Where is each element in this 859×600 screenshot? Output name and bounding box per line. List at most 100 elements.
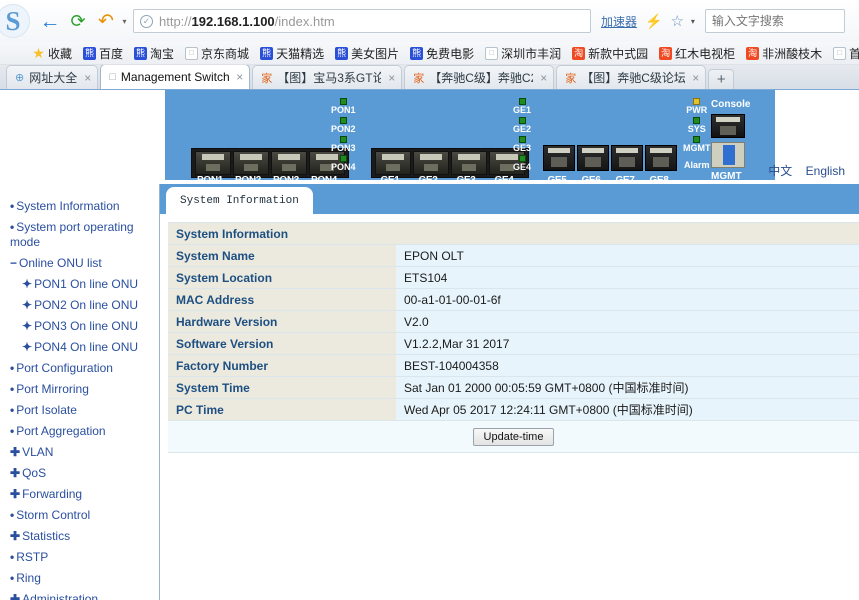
- bookmark-item[interactable]: 熊天猫精选: [260, 45, 324, 62]
- sidebar-item-pon2-on-line-onu[interactable]: ✦ PON2 On line ONU: [6, 295, 159, 316]
- sidebar-item-pon1-on-line-onu[interactable]: ✦ PON1 On line ONU: [6, 274, 159, 295]
- tab-close-icon[interactable]: ×: [84, 71, 91, 85]
- url-path: /index.htm: [274, 13, 335, 29]
- console-port[interactable]: [711, 114, 745, 138]
- accelerator-link[interactable]: 加速器: [601, 13, 637, 30]
- bookmark-item[interactable]: 淘新款中式园: [572, 45, 648, 62]
- pon-port-3[interactable]: [271, 151, 307, 175]
- tab-strip: ⊕网址大全×□Management Switch×家【图】宝马3系GT论坛_×家…: [0, 65, 859, 90]
- bookmark-label: 深圳市丰润: [501, 46, 562, 61]
- sidebar-item-port-isolate[interactable]: • Port Isolate: [6, 400, 159, 421]
- ge3-led: [518, 136, 526, 143]
- sidebar-item-port-aggregation[interactable]: • Port Aggregation: [6, 421, 159, 442]
- sidebar-item-qos[interactable]: ✚ QoS: [6, 463, 159, 484]
- url-text: http://192.168.1.100/index.htm: [159, 14, 335, 29]
- tab-close-icon[interactable]: ×: [692, 71, 699, 85]
- row-value: V2.0: [396, 310, 859, 333]
- sidebar-item-forwarding[interactable]: ✚ Forwarding: [6, 484, 159, 505]
- ge-port-8[interactable]: [645, 145, 677, 171]
- bookmark-item[interactable]: ★ 收藏: [32, 45, 72, 62]
- sidebar-item-system-port-operating-mode[interactable]: • System port operating mode: [6, 217, 159, 253]
- history-back-icon[interactable]: ↶: [93, 8, 119, 34]
- sidebar-item-label: Ring: [16, 571, 41, 585]
- row-value: V1.2.2,Mar 31 2017: [396, 332, 859, 355]
- panel-tab-row: System Information: [160, 184, 859, 214]
- tab-system-information[interactable]: System Information: [166, 187, 313, 214]
- pon-port-1[interactable]: [195, 151, 231, 175]
- sidebar-item-pon4-on-line-onu[interactable]: ✦ PON4 On line ONU: [6, 337, 159, 358]
- ge-port-5[interactable]: [543, 145, 575, 171]
- tab-favicon-icon: 家: [413, 72, 425, 85]
- language-chinese[interactable]: 中文: [768, 164, 792, 178]
- sidebar-item-label: QoS: [22, 466, 47, 480]
- sogou-logo-icon: S: [0, 4, 30, 38]
- bookmark-item[interactable]: □ 京东商城: [185, 45, 249, 62]
- bookmark-item[interactable]: 熊免费电影: [410, 45, 474, 62]
- bookmark-item[interactable]: □首页-加斯特: [833, 45, 859, 62]
- pon4-led: [339, 155, 347, 162]
- sidebar-item-label: PON4 On line ONU: [34, 340, 139, 354]
- system-information-table: System Information System Name EPON OLT Sys…: [168, 222, 859, 421]
- sidebar-item-label: System Information: [16, 199, 120, 213]
- address-bar[interactable]: ✓ http://192.168.1.100/index.htm: [133, 9, 591, 33]
- sidebar-item-port-configuration[interactable]: • Port Configuration: [6, 358, 159, 379]
- browser-tab[interactable]: 家【奔驰C级】奔驰C200_ ×: [404, 65, 555, 89]
- tab-close-icon[interactable]: ×: [540, 71, 547, 85]
- bookmark-item[interactable]: □ 深圳市丰润: [485, 45, 561, 62]
- table-row: Software Version V1.2.2,Mar 31 2017: [168, 332, 859, 355]
- sys-led: [693, 117, 701, 124]
- pon-port-2[interactable]: [233, 151, 269, 175]
- history-dropdown-icon[interactable]: ▾: [120, 8, 129, 34]
- refresh-icon[interactable]: ⟳: [65, 8, 91, 34]
- bookmark-item[interactable]: 熊淘宝: [134, 45, 174, 62]
- browser-tab[interactable]: 家【图】宝马3系GT论坛_ ×: [252, 65, 403, 89]
- tab-close-icon[interactable]: ×: [236, 70, 243, 84]
- sidebar-item-system-information[interactable]: • System Information: [6, 196, 159, 217]
- sidebar-item-storm-control[interactable]: • Storm Control: [6, 505, 159, 526]
- mgmt-label: MGMT: [711, 171, 742, 182]
- ge-port-6[interactable]: [577, 145, 609, 171]
- back-button[interactable]: ←: [37, 8, 63, 34]
- mgmt-port[interactable]: [711, 142, 745, 168]
- taobao-icon: 熊: [134, 46, 148, 60]
- bookmark-star-icon[interactable]: ☆: [670, 12, 683, 30]
- ge-port-3[interactable]: [451, 151, 487, 175]
- page-icon: □: [833, 46, 847, 60]
- sidebar-item-ring[interactable]: • Ring: [6, 568, 159, 589]
- tab-label: 【图】宝马3系GT论坛_: [277, 71, 381, 85]
- bookmark-item[interactable]: 熊百度: [83, 45, 123, 62]
- sidebar-item-online-onu-list[interactable]: − Online ONU list: [6, 253, 159, 274]
- ge2-led-label: GE2: [513, 124, 532, 134]
- chevron-down-icon[interactable]: ▾: [691, 17, 695, 26]
- new-tab-button[interactable]: +: [708, 69, 735, 89]
- ge-port-1[interactable]: [375, 151, 411, 175]
- language-english[interactable]: English: [806, 164, 845, 178]
- bookmark-item[interactable]: 淘红木电视柜: [659, 45, 735, 62]
- ge-port-7[interactable]: [611, 145, 643, 171]
- sidebar-bullet-icon: •: [10, 508, 15, 522]
- bookmark-item[interactable]: 淘非洲酸枝木: [746, 45, 822, 62]
- page-content: PON1 PON2 PON3 PON4 PON1 PON2 PON3 PON4: [0, 90, 859, 600]
- ge-port-2[interactable]: [413, 151, 449, 175]
- update-time-button[interactable]: Update-time: [472, 428, 555, 446]
- sidebar-item-vlan[interactable]: ✚ VLAN: [6, 442, 159, 463]
- pon4-led-label: PON4: [331, 162, 356, 172]
- browser-tab[interactable]: 家【图】奔驰C级论坛_奔驰 ×: [556, 65, 707, 89]
- sidebar-item-statistics[interactable]: ✚ Statistics: [6, 526, 159, 547]
- tab-favicon-icon: 家: [565, 72, 577, 85]
- table-row: Factory Number BEST-104004358: [168, 354, 859, 377]
- ge4-led: [518, 155, 526, 162]
- sidebar-item-administration[interactable]: ✚ Administration: [6, 589, 159, 600]
- tab-close-icon[interactable]: ×: [388, 71, 395, 85]
- sidebar-item-rstp[interactable]: • RSTP: [6, 547, 159, 568]
- browser-search-box[interactable]: [704, 9, 845, 33]
- table-row: Hardware Version V2.0: [168, 310, 859, 333]
- browser-tab[interactable]: □ Management Switch ×: [100, 65, 251, 89]
- bookmark-item[interactable]: 熊美女图片: [335, 45, 399, 62]
- search-input[interactable]: [711, 14, 838, 28]
- sidebar-item-pon3-on-line-onu[interactable]: ✦ PON3 On line ONU: [6, 316, 159, 337]
- browser-tab[interactable]: ⊕ 网址大全 ×: [6, 65, 99, 89]
- lightning-icon[interactable]: ⚡: [645, 13, 662, 30]
- sidebar-item-port-mirroring[interactable]: • Port Mirroring: [6, 379, 159, 400]
- star-icon: ★: [32, 45, 45, 61]
